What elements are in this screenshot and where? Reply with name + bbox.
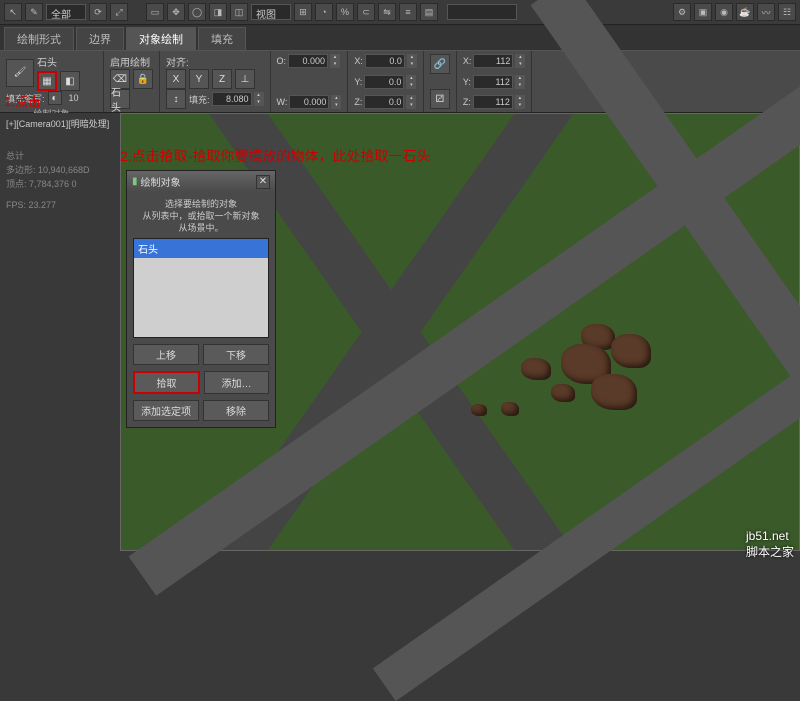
stroke-spinner[interactable]: 填充: ▴▾ (189, 92, 264, 106)
magnet-icon[interactable]: ⊂ (357, 3, 375, 21)
move-up-button[interactable]: 上移 (133, 344, 199, 365)
material-icon[interactable]: ◉ (715, 3, 733, 21)
scl-z[interactable]: Z:▴▾ (463, 95, 525, 109)
render-setup-icon[interactable]: ⚙ (673, 3, 691, 21)
rot-x[interactable]: X:▴▾ (354, 54, 417, 68)
scope-dropdown[interactable]: 全部 (46, 4, 86, 20)
stats-panel: [+][Camera001][明暗处理] 总计 多边形: 10,940,668D… (0, 113, 120, 551)
current-object-button[interactable]: 石头 (110, 89, 130, 109)
main-toolbar: ↖ ✎ 全部 ⟳ ⤢ ▭ ✥ ◯ ◨ ◫ 视图 ⊞ ◔ % ⊂ ⇋ ≡ ▤ ⚙ … (0, 0, 800, 25)
viewport-label: [+][Camera001][明暗处理] (6, 117, 114, 130)
ribbon-group-lock: 🔗 ⚂ (424, 51, 457, 112)
stat-total: 总计 (6, 149, 114, 162)
move-down-button[interactable]: 下移 (203, 344, 269, 365)
stroke-value[interactable] (212, 92, 252, 106)
ribbon-group-scale: X:▴▾ Y:▴▾ Z:▴▾ (457, 51, 533, 112)
enable-paint-label: 启用绘制 (110, 54, 153, 69)
close-icon[interactable]: ✕ (256, 175, 270, 189)
view-icon[interactable]: ◫ (230, 3, 248, 21)
expand-icon[interactable]: ⤢ (110, 3, 128, 21)
main-area: [+][Camera001][明暗处理] 总计 多边形: 10,940,668D… (0, 113, 800, 551)
search-input[interactable] (447, 4, 517, 20)
render-frame-icon[interactable]: ▣ (694, 3, 712, 21)
snap-icon[interactable]: ⊞ (294, 3, 312, 21)
align-z-icon[interactable]: Z (212, 69, 232, 89)
object-listbox[interactable]: 石头 (133, 238, 269, 338)
app-icon: ▮ (132, 176, 138, 187)
align-label: 对齐: (166, 54, 264, 69)
ribbon: 🖌 石头 ▦ ◧ 填充缩写: ◐ 10 绘制对象 启用绘制 ⌫ 🔒 石头 对齐:… (0, 51, 800, 113)
tab-object-paint[interactable]: 对象绘制 (126, 27, 196, 50)
lock-icon[interactable]: 🔒 (133, 69, 153, 89)
dialog-title: 绘制对象 (141, 174, 181, 189)
align-icon[interactable]: ≡ (399, 3, 417, 21)
scale-icon[interactable]: ◨ (209, 3, 227, 21)
ribbon-group-enable: 启用绘制 ⌫ 🔒 石头 (104, 51, 160, 112)
dialog-hint: 选择要绘制的对象 从列表中，或拾取一个新对象 从场景中。 (133, 198, 269, 234)
list-item[interactable]: 石头 (134, 239, 268, 258)
paint-brush-icon[interactable]: 🖌 (6, 59, 34, 87)
pick-button[interactable]: 拾取 (133, 371, 200, 394)
paint-on-icon[interactable]: ◧ (60, 71, 80, 91)
angle-snap-icon[interactable]: ◔ (315, 3, 333, 21)
coord-dropdown[interactable]: 视图 (251, 4, 291, 20)
stat-polys: 多边形: 10,940,668D (6, 163, 114, 176)
edit-object-list-button[interactable]: ▦ (37, 71, 57, 91)
add-selected-button[interactable]: 添加选定项 (133, 400, 199, 421)
tab-paint-style[interactable]: 绘制形式 (4, 27, 74, 50)
mirror-icon[interactable]: ⇋ (378, 3, 396, 21)
ribbon-group-offset: O:▴▾ W:▴▾ (271, 51, 349, 112)
align-y-icon[interactable]: Y (189, 69, 209, 89)
ribbon-tabbar: 绘制形式 边界 对象绘制 填充 (0, 25, 800, 51)
select-icon[interactable]: ▭ (146, 3, 164, 21)
watermark: jb51.net脚本之家 (746, 529, 794, 560)
curve-editor-icon[interactable]: 〰 (757, 3, 775, 21)
paint-objects-dialog: ▮ 绘制对象 ✕ 选择要绘制的对象 从列表中，或拾取一个新对象 从场景中。 石头… (126, 170, 276, 428)
dialog-titlebar[interactable]: ▮ 绘制对象 ✕ (127, 171, 275, 192)
add-button[interactable]: 添加… (204, 371, 269, 394)
tab-fill[interactable]: 填充 (198, 27, 246, 50)
rocks-cluster (461, 314, 661, 434)
brush-icon[interactable]: ✎ (25, 3, 43, 21)
rot-y[interactable]: Y:▴▾ (354, 75, 416, 89)
offset-o[interactable]: O:▴▾ (277, 54, 341, 68)
remove-button[interactable]: 移除 (203, 400, 269, 421)
offset-w[interactable]: W:▴▾ (277, 95, 342, 109)
refresh-icon[interactable]: ⟳ (89, 3, 107, 21)
scl-y[interactable]: Y:▴▾ (463, 75, 525, 89)
fill-opt-icon[interactable]: ◐ (48, 91, 62, 105)
move-icon[interactable]: ✥ (167, 3, 185, 21)
scl-x[interactable]: X:▴▾ (463, 54, 526, 68)
layer-icon[interactable]: ▤ (420, 3, 438, 21)
stat-verts: 顶点: 7,784,376 0 (6, 177, 114, 190)
align-x-icon[interactable]: X (166, 69, 186, 89)
ribbon-group-rotation: X:▴▾ Y:▴▾ Z:▴▾ (348, 51, 424, 112)
flip-icon[interactable]: ↕ (166, 89, 186, 109)
ribbon-group-align: 对齐: X Y Z ⊥ ↕ 填充: ▴▾ 笔刷设置 (160, 51, 271, 112)
tab-boundary[interactable]: 边界 (76, 27, 124, 50)
schematic-icon[interactable]: ☷ (778, 3, 796, 21)
scale-lock-icon[interactable]: 🔗 (430, 54, 450, 74)
rot-z[interactable]: Z:▴▾ (354, 95, 416, 109)
stat-fps: FPS: 23.277 (6, 200, 114, 210)
percent-snap-icon[interactable]: % (336, 3, 354, 21)
teapot-icon[interactable]: ☕ (736, 3, 754, 21)
align-surface-icon[interactable]: ⊥ (235, 69, 255, 89)
cursor-icon[interactable]: ↖ (4, 3, 22, 21)
annotation-1: 1.点击 (4, 91, 41, 110)
object-dropdown[interactable]: 石头 (37, 54, 97, 69)
rotate-icon[interactable]: ◯ (188, 3, 206, 21)
scale-dice-icon[interactable]: ⚂ (430, 89, 450, 109)
annotation-2: 2.点击拾取-拾取你要摆放的物体，此处拾取一石头 (120, 146, 430, 166)
